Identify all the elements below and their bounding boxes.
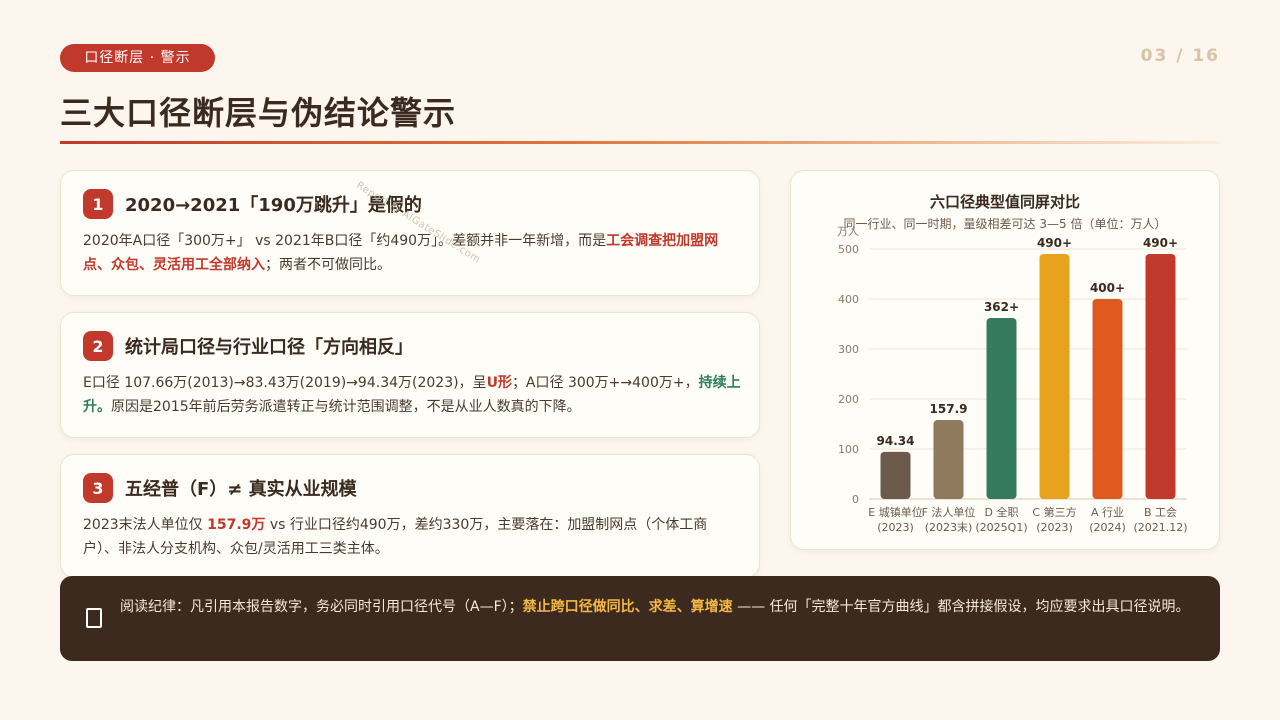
bar <box>933 420 964 499</box>
body-text: 2023末法人单位仅 <box>83 517 208 533</box>
y-tick-label: 300 <box>838 343 859 356</box>
y-tick-label: 200 <box>838 393 859 406</box>
data-label: 490+ <box>1037 236 1072 250</box>
x-tick-sublabel: (2023末) <box>925 520 973 534</box>
x-tick-sublabel: (2021.12) <box>1133 521 1187 534</box>
x-tick-sublabel: (2023) <box>877 521 914 534</box>
chart-card: 六口径典型值同屏对比 同一行业、同一时期，量级相差可达 3—5 倍（单位：万人）… <box>790 170 1220 550</box>
page-title: 三大口径断层与伪结论警示 <box>60 94 457 132</box>
warning-card-2: 2 统计局口径与行业口径「方向相反」 E口径 107.66万(2013)→83.… <box>60 312 760 438</box>
card-number: 3 <box>83 473 113 503</box>
body-text: E口径 107.66万(2013)→83.43万(2019)→94.34万(20… <box>83 375 487 391</box>
bar-chart: 0 100 200 300 400 500 94.34 E 城镇单位 (2023) 157.9 F … <box>838 236 1188 534</box>
body-text: ；两者不可做同比。 <box>265 257 391 273</box>
reading-rule-banner: 阅读纪律：凡引用本报告数字，务必同时引用口径代号（A—F）；禁止跨口径做同比、求… <box>60 576 1220 661</box>
highlight-text: 157.9万 <box>207 517 266 533</box>
y-tick-label: 500 <box>838 243 859 256</box>
data-label: 490+ <box>1143 236 1178 250</box>
section-tag: 口径断层 · 警示 <box>60 44 215 72</box>
data-label: 362+ <box>984 300 1019 314</box>
card-title: 统计局口径与行业口径「方向相反」 <box>125 337 413 358</box>
body-text: 2020年A口径「300万+」 vs 2021年B口径「约490万」。差额并非一… <box>83 233 607 249</box>
warning-card-1: 1 2020→2021「190万跳升」是假的 2020年A口径「300万+」 v… <box>60 170 760 296</box>
bar <box>1145 254 1176 499</box>
data-label: 94.34 <box>877 434 915 448</box>
x-tick-sublabel: (2024) <box>1089 521 1126 534</box>
bar <box>1039 254 1070 499</box>
bar <box>880 451 911 499</box>
highlight-text: U形 <box>486 375 512 391</box>
book-icon <box>86 608 102 628</box>
body-text: ；A口径 300万+→400万+， <box>511 375 699 391</box>
card-body: 2020年A口径「300万+」 vs 2021年B口径「约490万」。差额并非一… <box>83 229 741 277</box>
x-tick-label: D 全职 <box>985 505 1019 519</box>
body-text: —— 任何「完整十年官方曲线」都含拼接假设，均应要求出具口径说明。 <box>732 599 1190 615</box>
x-tick-label: F 法人单位 <box>922 505 976 519</box>
x-tick-sublabel: (2023) <box>1036 521 1073 534</box>
data-label: 157.9 <box>930 402 968 416</box>
card-body: 2023末法人单位仅 157.9万 vs 行业口径约490万，差约330万，主要… <box>83 513 741 561</box>
x-tick-label: A 行业 <box>1091 506 1124 519</box>
body-text: 原因是2015年前后劳务派遣转正与统计范围调整，不是从业人数真的下降。 <box>111 399 581 415</box>
card-title: 五经普（F）≠ 真实从业规模 <box>125 479 357 500</box>
warning-card-3: 3 五经普（F）≠ 真实从业规模 2023末法人单位仅 157.9万 vs 行业… <box>60 454 760 578</box>
card-number: 1 <box>83 189 113 219</box>
data-label: 400+ <box>1090 281 1125 295</box>
reading-rule-text: 阅读纪律：凡引用本报告数字，务必同时引用口径代号（A—F）；禁止跨口径做同比、求… <box>120 595 1196 619</box>
y-tick-label: 0 <box>852 493 859 506</box>
x-tick-label: C 第三方 <box>1032 505 1076 519</box>
title-divider <box>60 141 1220 144</box>
card-body: E口径 107.66万(2013)→83.43万(2019)→94.34万(20… <box>83 371 741 419</box>
highlight-text: 禁止跨口径做同比、求差、算增速 <box>522 599 733 615</box>
y-tick-label: 100 <box>838 443 859 456</box>
bar <box>986 318 1017 499</box>
body-text: 阅读纪律：凡引用本报告数字，务必同时引用口径代号（A—F）； <box>120 599 523 615</box>
bar <box>1092 299 1123 499</box>
card-number: 2 <box>83 331 113 361</box>
x-tick-label: B 工会 <box>1144 506 1177 519</box>
x-tick-label: E 城镇单位 <box>868 505 922 519</box>
page-number: 03 / 16 <box>1140 46 1220 66</box>
y-tick-label: 400 <box>838 293 859 306</box>
x-tick-sublabel: (2025Q1) <box>975 521 1027 534</box>
